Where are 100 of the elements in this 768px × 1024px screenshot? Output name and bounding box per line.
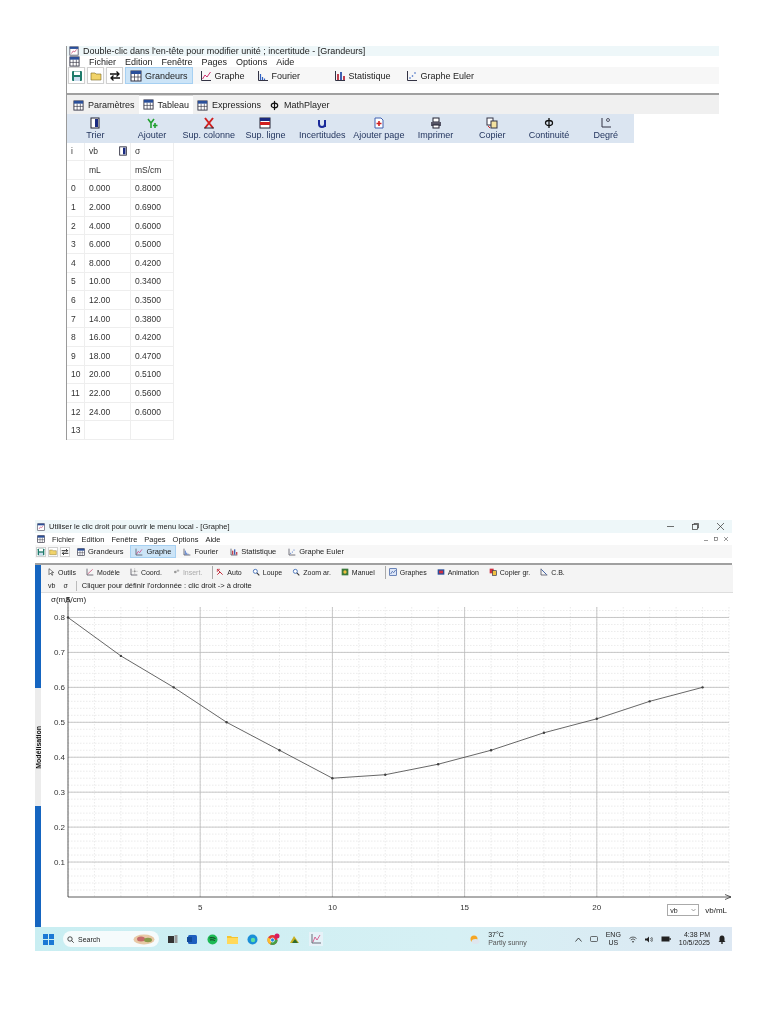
column-header[interactable]: vb xyxy=(85,142,131,162)
column-header[interactable]: σ xyxy=(131,142,174,162)
menu-item[interactable]: Options xyxy=(236,56,268,67)
row-index: 5 xyxy=(67,272,85,292)
toolbar-button[interactable]: Ajouter page xyxy=(350,113,408,143)
delete-row-icon xyxy=(259,116,272,129)
app-icon xyxy=(37,522,45,531)
spectrum-icon xyxy=(256,69,269,82)
task-view-icon[interactable] xyxy=(168,934,178,944)
row-index: 9 xyxy=(67,347,85,366)
table-cell: 0.5100 xyxy=(131,365,174,385)
toolbar-button[interactable]: Degré xyxy=(577,113,635,143)
music-app-icon[interactable] xyxy=(207,933,218,945)
phi-icon xyxy=(542,116,555,129)
cursor-icon xyxy=(47,568,55,576)
table-cell: 0.000 xyxy=(85,179,131,199)
table-icon xyxy=(69,56,80,67)
minimize-icon[interactable] xyxy=(704,537,708,541)
table-cell: 0.3400 xyxy=(131,272,174,292)
settings-icon xyxy=(340,568,349,576)
tick-label: 10 xyxy=(327,903,337,912)
browser-icon[interactable] xyxy=(247,933,258,945)
row-index: 4 xyxy=(67,254,85,273)
close-icon[interactable] xyxy=(717,523,724,530)
data-point xyxy=(172,686,175,689)
unit-cell[interactable]: mL xyxy=(85,161,131,180)
toolbar-button[interactable]: Imprimer xyxy=(407,113,464,143)
toolbar-button[interactable]: Ajouter xyxy=(123,113,181,143)
table-cell: 0.4200 xyxy=(131,328,174,348)
data-point xyxy=(384,773,387,776)
view-button[interactable]: Fourier xyxy=(251,67,327,84)
save-button[interactable] xyxy=(68,67,85,84)
word-icon[interactable] xyxy=(187,933,198,945)
wifi-icon[interactable] xyxy=(628,935,637,943)
sort-icon xyxy=(89,116,102,129)
minimize-icon[interactable] xyxy=(667,523,674,530)
battery-icon[interactable] xyxy=(660,936,671,942)
view-button[interactable]: Graphe xyxy=(194,67,250,84)
chevron-up-icon[interactable] xyxy=(574,936,582,942)
table-cell: 0.5000 xyxy=(131,235,174,255)
magnifier-icon xyxy=(251,568,260,576)
table-cell: 4.000 xyxy=(85,216,131,236)
unit-cell[interactable]: mS/cm xyxy=(131,161,174,180)
table-cell xyxy=(67,161,85,180)
table-cell: 6.000 xyxy=(85,235,131,255)
tick-label: 0.8 xyxy=(53,613,65,622)
browser-icon[interactable] xyxy=(267,932,280,946)
swap-button[interactable] xyxy=(60,546,70,557)
axis-title: σ(mS/cm) xyxy=(51,595,87,604)
auto-scale-icon xyxy=(216,568,225,576)
magnifier-icon xyxy=(292,568,301,576)
tangent-icon xyxy=(540,568,549,576)
menu-item[interactable]: Aide xyxy=(276,56,295,67)
menu-item[interactable]: Edition xyxy=(125,56,153,67)
tick-label: 0.3 xyxy=(53,787,65,797)
delete-column-icon xyxy=(202,116,215,129)
windows-start-icon[interactable] xyxy=(43,933,54,945)
chart-app-icon[interactable] xyxy=(309,932,323,946)
table-cell: 18.00 xyxy=(85,347,131,366)
restore-icon[interactable] xyxy=(692,523,699,530)
volume-icon[interactable] xyxy=(644,935,653,943)
add-page-icon xyxy=(372,116,385,129)
data-point xyxy=(225,721,228,724)
view-button[interactable]: Grandeurs xyxy=(125,67,193,84)
menu-item[interactable]: Fenêtre xyxy=(161,56,193,67)
table-cell: 0.4700 xyxy=(131,347,174,366)
scatter-chart-icon xyxy=(405,69,418,82)
tick-label: 5 xyxy=(197,903,203,912)
swap-icon xyxy=(61,547,69,556)
chart-icon xyxy=(135,547,144,556)
table-cell: 8.000 xyxy=(85,254,131,273)
menu-item[interactable]: Pages xyxy=(201,56,228,67)
column-header[interactable]: i xyxy=(67,142,85,162)
tick-label: 20 xyxy=(592,903,602,912)
drive-icon[interactable] xyxy=(589,936,598,942)
close-icon[interactable] xyxy=(724,537,728,541)
toolbar-button[interactable]: Sup. ligne xyxy=(237,113,294,143)
data-point xyxy=(331,777,334,780)
restore-icon[interactable] xyxy=(714,537,718,541)
axis-title: vb/mL xyxy=(705,905,727,915)
notification-bell-icon[interactable] xyxy=(718,934,726,944)
data-point xyxy=(66,616,70,619)
toolbar-button[interactable]: Copier xyxy=(463,113,521,143)
row-index: 2 xyxy=(67,216,85,236)
toolbar-button[interactable]: Trier xyxy=(67,113,124,143)
save-button[interactable] xyxy=(36,546,46,557)
table-icon xyxy=(37,535,45,543)
data-point xyxy=(436,763,440,766)
toolbar-button[interactable]: Incertitudes xyxy=(293,113,351,143)
view-button[interactable]: Graphe Euler xyxy=(400,67,480,84)
data-point xyxy=(595,717,598,720)
view-button[interactable]: Statistique xyxy=(328,67,399,84)
menu-item[interactable]: Fichier xyxy=(89,56,116,67)
row-index: 7 xyxy=(67,309,85,329)
tick-label: 15 xyxy=(460,903,470,912)
swap-button[interactable] xyxy=(106,67,123,84)
toolbar-button[interactable]: Continuité xyxy=(520,113,578,143)
table-cell: 0.6000 xyxy=(131,402,174,422)
toolbar-button[interactable]: Sup. colonne xyxy=(180,113,238,143)
window-title: Double-clic dans l'en-tête pour modifier unité ; incertitude - [Grandeurs] xyxy=(83,46,366,56)
